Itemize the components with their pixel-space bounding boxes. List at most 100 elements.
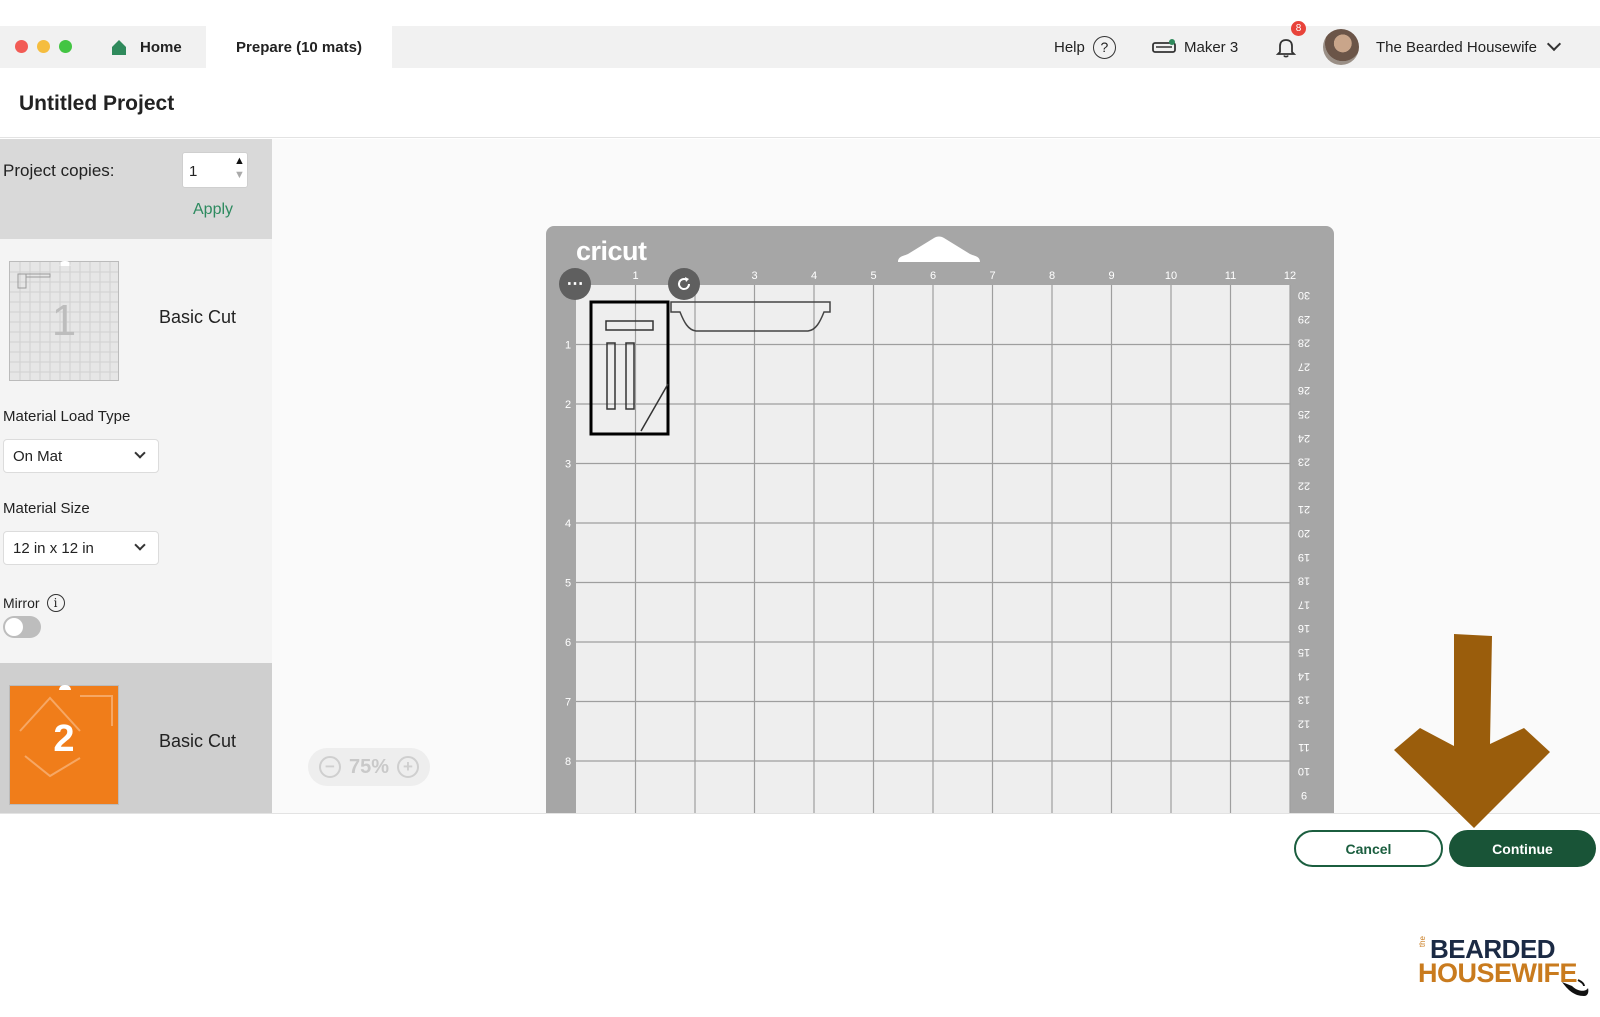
beard-icon (1562, 979, 1589, 996)
chevron-down-icon (134, 447, 146, 459)
right-ruler-label: 22 (1298, 479, 1310, 491)
mat-2-label: Basic Cut (159, 731, 237, 751)
cancel-button[interactable]: Cancel (1294, 830, 1443, 867)
right-ruler-label: 26 (1298, 384, 1310, 396)
info-icon[interactable]: i (46, 594, 65, 612)
right-ruler-label: 24 (1298, 432, 1310, 444)
chevron-down-icon (1546, 36, 1562, 52)
right-ruler-label: 28 (1298, 337, 1310, 349)
mat-1-label: Basic Cut (159, 307, 237, 327)
zoom-level: 75% (348, 755, 390, 778)
left-ruler-label: 3 (565, 459, 571, 471)
rotate-arrow-icon (678, 277, 691, 290)
bell-icon (1275, 39, 1297, 58)
right-ruler-label: 20 (1298, 527, 1310, 539)
right-ruler-label: 17 (1298, 598, 1310, 610)
material-size-select[interactable]: 12 in x 12 in (3, 531, 159, 565)
close-window-button[interactable] (15, 40, 28, 53)
minimize-window-button[interactable] (37, 40, 50, 53)
right-ruler-label: 25 (1298, 408, 1310, 420)
project-header: Untitled Project (0, 68, 1600, 138)
tab-home-label: Home (140, 38, 182, 56)
mirror-row: Mirror i (3, 594, 65, 612)
material-size-value: 12 in x 12 in (13, 540, 94, 557)
user-name: The Bearded Housewife (1376, 38, 1537, 56)
continue-button[interactable]: Continue (1449, 830, 1596, 867)
chevron-down-icon (134, 539, 146, 551)
top-ruler-label: 9 (1108, 270, 1114, 282)
machine-selector[interactable]: Maker 3 (1152, 26, 1238, 68)
top-ruler-label: 12 (1284, 270, 1296, 282)
right-ruler-label: 11 (1298, 741, 1309, 753)
mat-2-thumbnail[interactable]: 2 (9, 685, 119, 805)
stepper-up-icon[interactable]: ▲ (234, 155, 245, 167)
zoom-control: − 75% + (308, 748, 430, 786)
question-icon: ? (1092, 35, 1116, 59)
top-ruler-label: 8 (1049, 270, 1055, 282)
top-ruler-label: 6 (930, 270, 936, 282)
project-copies-input[interactable]: 1 ▲ ▼ (182, 152, 248, 188)
project-copies-label: Project copies: (3, 161, 115, 180)
left-ruler-label: 5 (565, 578, 571, 590)
notifications-button[interactable]: 8 (1275, 21, 1306, 68)
mirror-toggle[interactable] (3, 616, 41, 638)
zoom-in-icon[interactable]: + (397, 756, 420, 778)
mat-1-thumbnail[interactable]: 1 (9, 261, 119, 381)
project-copies-panel: Project copies: 1 ▲ ▼ Apply (0, 139, 272, 239)
mat-grid: 1 3 4 5 6 7 8 9 10 11 12 12345678 3029282726252423… (565, 270, 1310, 813)
tab-prepare-label: Prepare (10 mats) (236, 38, 362, 56)
top-ruler-label: 4 (811, 270, 817, 282)
stepper-down-icon[interactable]: ▼ (234, 169, 245, 181)
mat-sidebar: Project copies: 1 ▲ ▼ Apply 1 Basic Cut … (0, 139, 272, 813)
user-menu[interactable]: The Bearded Housewife (1376, 26, 1562, 68)
mat-2-number: 2 (53, 718, 75, 760)
page-title: Untitled Project (19, 92, 175, 115)
zoom-out-icon[interactable]: − (318, 756, 341, 778)
logo-the-text: the (1418, 936, 1427, 948)
left-ruler-label: 2 (565, 399, 571, 411)
notification-badge: 8 (1291, 21, 1306, 36)
rotate-icon[interactable] (668, 268, 700, 300)
top-ruler-label: 5 (870, 270, 876, 282)
left-ruler-label: 7 (565, 697, 571, 709)
top-ruler-label: 10 (1165, 270, 1177, 282)
right-ruler-label: 27 (1298, 360, 1310, 372)
mirror-label: Mirror (3, 595, 40, 611)
left-ruler-label: 1 (565, 340, 571, 352)
right-ruler-label: 12 (1298, 717, 1310, 729)
top-ruler-label: 1 (632, 270, 638, 282)
right-ruler-label: 10 (1298, 765, 1310, 777)
right-ruler-label: 16 (1298, 622, 1310, 634)
maximize-window-button[interactable] (59, 40, 72, 53)
right-ruler-label: 21 (1298, 503, 1310, 515)
annotation-arrow (1394, 634, 1550, 828)
more-options-icon[interactable]: ⋯ (559, 268, 591, 300)
material-load-type-label: Material Load Type (3, 408, 131, 425)
material-size-label: Material Size (3, 500, 90, 517)
right-ruler-label: 30 (1298, 289, 1310, 301)
watermark-logo: the BEARDED HOUSEWIFE (1418, 932, 1589, 1002)
apply-button[interactable]: Apply (193, 201, 233, 219)
mat-2-panel[interactable]: 2 Basic Cut (0, 663, 272, 813)
right-ruler-label: 9 (1301, 789, 1307, 801)
right-ruler-label: 14 (1298, 670, 1310, 682)
project-copies-value: 1 (189, 163, 198, 180)
material-load-type-value: On Mat (13, 448, 63, 465)
right-ruler-label: 19 (1298, 551, 1310, 563)
tab-home[interactable]: Home (96, 26, 206, 68)
help-button[interactable]: Help ? (1054, 26, 1116, 68)
toggle-knob (5, 618, 23, 636)
right-ruler-label: 15 (1298, 646, 1310, 658)
cutting-mat: cricut 1 3 4 5 6 7 8 9 10 11 12 12345678 30 29 28 27 2… (546, 226, 1334, 813)
app-window: Home Prepare (10 mats) Help ? Maker 3 8 (0, 0, 1600, 1017)
left-ruler-label: 4 (565, 518, 571, 530)
avatar[interactable] (1323, 29, 1359, 65)
footer-bar: Cancel Continue (0, 813, 1600, 881)
machine-icon (1152, 39, 1176, 53)
material-load-type-select[interactable]: On Mat (3, 439, 159, 473)
right-ruler-label: 23 (1298, 456, 1310, 468)
top-ruler-label: 11 (1225, 270, 1236, 282)
mat-1-number: 1 (51, 296, 77, 345)
title-bar: Home Prepare (10 mats) Help ? Maker 3 8 (0, 21, 1600, 68)
tab-prepare[interactable]: Prepare (10 mats) (206, 26, 392, 68)
